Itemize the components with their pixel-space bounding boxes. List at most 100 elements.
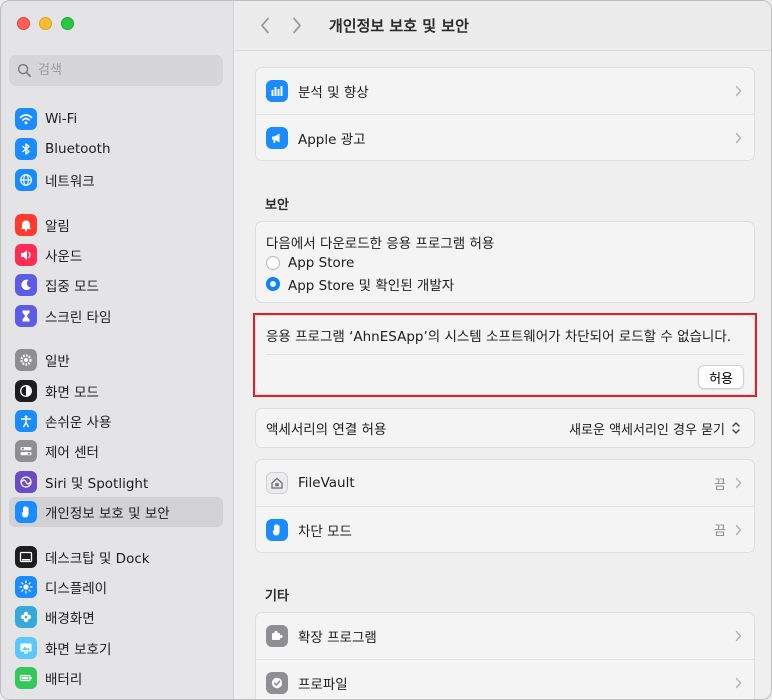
sidebar-item-2-2[interactable]: 손쉬운 사용 [9,406,223,436]
filevault-row[interactable]: FileVault 끔 [256,460,754,506]
analytics-row[interactable]: 분석 및 향상 [256,68,754,114]
accessory-popup[interactable]: 새로운 액세서리인 경우 묻기 [569,419,742,438]
search-field[interactable] [9,55,223,86]
lockdown-label: 차단 모드 [298,523,352,540]
sidebar: Wi-Fi Bluetooth 네트워크알림사운드집중 모드스크린 타임일반화면 모… [1,1,234,699]
sidebar-item-2-4[interactable]: Siri 및 Spotlight [9,466,223,496]
search-input[interactable] [38,63,208,78]
sidebar-item-label: 디스플레이 [45,581,108,598]
sidebar-item-1-3[interactable]: 스크린 타임 [9,300,223,330]
hourglass-icon [15,304,37,327]
sidebar-item-2-1[interactable]: 화면 모드 [9,376,223,406]
sidebar-item-1-1[interactable]: 사운드 [9,240,223,270]
sidebar-item-0-0[interactable]: Wi-Fi [9,104,223,134]
settings-window: Wi-Fi Bluetooth 네트워크알림사운드집중 모드스크린 타임일반화면 모… [0,0,772,700]
sidebar-item-label: 알림 [45,218,70,235]
sidebar-item-label: 스크린 타임 [45,309,112,326]
radio-app-store-developers-circle[interactable] [266,276,280,291]
security-section-label: 보안 [265,198,289,213]
chevron-right-icon [735,524,742,535]
main-pane: 개인정보 보호 및 보안 분석 및 향상 Apple 광고 보안 다음에서 다운… [235,1,771,699]
minimize-button[interactable] [39,17,52,30]
content-scroll[interactable]: 분석 및 향상 Apple 광고 보안 다음에서 다운로드한 응용 프로그램 허… [235,51,771,699]
window-controls [17,17,74,30]
sidebar-item-2-3[interactable]: 제어 센터 [9,436,223,466]
radio-app-store-label: App Store [288,254,355,271]
dock-icon [15,545,37,568]
sidebar-item-3-0[interactable]: 데스크탑 및 Dock [9,542,223,572]
radio-app-store[interactable]: App Store [266,252,744,273]
checkmark-seal-icon [266,671,288,694]
filevault-label: FileVault [298,475,355,491]
globe-icon [15,168,37,191]
search-icon [17,63,31,77]
zoom-button[interactable] [61,17,74,30]
sidebar-item-3-3[interactable]: 화면 보호기 [9,633,223,663]
sidebar-item-label: 일반 [45,354,70,371]
sidebar-item-label: 네트워크 [45,173,95,190]
downloads-title: 다음에서 다운로드한 응용 프로그램 허용 [266,236,495,252]
chevron-up-down-icon [732,422,740,434]
sidebar-item-3-1[interactable]: 디스플레이 [9,572,223,602]
chevron-right-icon [735,85,742,97]
profiles-label: 프로파일 [298,676,348,693]
accessibility-icon [15,410,37,432]
bell-icon [15,213,37,236]
bluetooth-icon [15,138,37,161]
accessory-row: 액세서리의 연결 허용 새로운 액세서리인 경우 묻기 [256,409,754,447]
sidebar-item-label: 사운드 [45,248,83,265]
speaker-icon [15,243,37,266]
radio-app-store-circle[interactable] [266,255,280,270]
sidebar-item-3-4[interactable]: 배터리 [9,663,223,693]
sidebar-item-label: 화면 보호기 [45,641,112,658]
sidebar-item-label: 집중 모드 [45,279,99,296]
toolbar: 개인정보 보호 및 보안 [235,1,771,51]
chart-icon [266,80,288,102]
chevron-right-icon [735,677,742,688]
lockdown-row[interactable]: 차단 모드 끔 [256,506,754,552]
chevron-right-icon [293,17,301,34]
sidebar-item-label: 화면 모드 [45,384,99,401]
sidebar-item-2-5[interactable]: 개인정보 보호 및 보안 [9,496,223,528]
sidebar-item-0-2[interactable]: 네트워크 [9,165,223,195]
other-section-label: 기타 [265,589,289,604]
puzzle-icon [266,625,288,647]
accessory-label: 액세서리의 연결 허용 [266,422,387,438]
download-source-group: 다음에서 다운로드한 응용 프로그램 허용 App Store App Stor… [255,221,755,303]
chevron-right-icon [735,630,742,642]
flower-icon [15,606,37,629]
radio-app-store-developers[interactable]: App Store 및 확인된 개발자 [266,273,744,294]
appearance-icon [15,379,37,402]
apple-ads-label: Apple 광고 [298,131,366,148]
other-group: 확장 프로그램 프로파일 [255,612,755,699]
megaphone-icon [266,126,288,149]
chevron-right-icon [735,132,742,143]
sidebar-item-2-0[interactable]: 일반 [9,345,223,375]
analytics-label: 분석 및 향상 [298,85,369,101]
sidebar-item-0-1[interactable]: Bluetooth [9,134,223,164]
profiles-row[interactable]: 프로파일 [256,659,754,699]
house-lock-icon [266,472,288,494]
hand-icon [266,518,288,541]
sidebar-item-1-2[interactable]: 집중 모드 [9,270,223,300]
accessory-value: 새로운 액세서리인 경우 묻기 [569,422,725,438]
page-title: 개인정보 보호 및 보안 [329,17,469,35]
forward-button[interactable] [287,14,307,38]
accessory-group: 액세서리의 연결 허용 새로운 액세서리인 경우 묻기 [255,408,755,448]
sidebar-item-label: Wi-Fi [45,111,78,128]
hand-icon [15,500,37,523]
apple-ads-row[interactable]: Apple 광고 [256,114,754,160]
close-button[interactable] [17,17,30,30]
wifi-icon [15,108,37,131]
sun-icon [15,576,37,599]
sidebar-item-label: 개인정보 보호 및 보안 [45,505,170,522]
back-button[interactable] [255,14,275,38]
sidebar-item-label: Bluetooth [45,141,111,158]
extensions-row[interactable]: 확장 프로그램 [256,613,754,659]
sidebar-item-1-0[interactable]: 알림 [9,209,223,239]
sidebar-list: Wi-Fi Bluetooth 네트워크알림사운드집중 모드스크린 타임일반화면 모… [9,104,223,693]
sidebar-item-3-2[interactable]: 배경화면 [9,602,223,632]
